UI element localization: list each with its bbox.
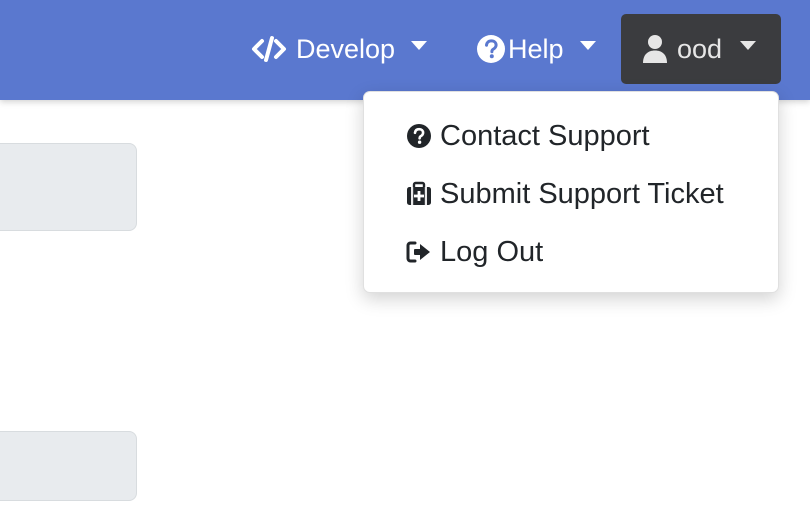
user-label: ood [677, 33, 723, 64]
user-dropdown-button[interactable]: ood [621, 14, 781, 84]
help-label: Help [508, 33, 564, 64]
log-out-label: Log Out [440, 235, 544, 268]
medkit-icon [406, 181, 432, 207]
develop-dropdown-button[interactable]: Develop [250, 14, 428, 84]
submit-support-ticket-menu-item[interactable]: Submit Support Ticket [406, 173, 724, 215]
user-dropdown-menu: Contact Support Submit Support Ticket Lo… [363, 91, 779, 293]
top-navbar: Develop Help ood [0, 0, 810, 100]
contact-support-label: Contact Support [440, 119, 650, 152]
sign-out-icon [406, 239, 432, 265]
user-icon [641, 34, 669, 64]
chevron-down-icon [740, 40, 757, 50]
code-icon [250, 35, 288, 63]
log-out-menu-item[interactable]: Log Out [406, 231, 543, 273]
chevron-down-icon [579, 40, 596, 50]
help-dropdown-button[interactable]: Help [476, 14, 596, 84]
background-panel [0, 431, 137, 501]
contact-support-menu-item[interactable]: Contact Support [406, 115, 650, 157]
develop-label: Develop [296, 33, 396, 64]
question-circle-icon [476, 34, 506, 64]
background-panel [0, 143, 137, 231]
question-circle-icon [406, 123, 432, 149]
chevron-down-icon [411, 40, 428, 50]
page: Develop Help ood Contact Support Submit … [0, 0, 810, 522]
submit-support-ticket-label: Submit Support Ticket [440, 177, 724, 210]
